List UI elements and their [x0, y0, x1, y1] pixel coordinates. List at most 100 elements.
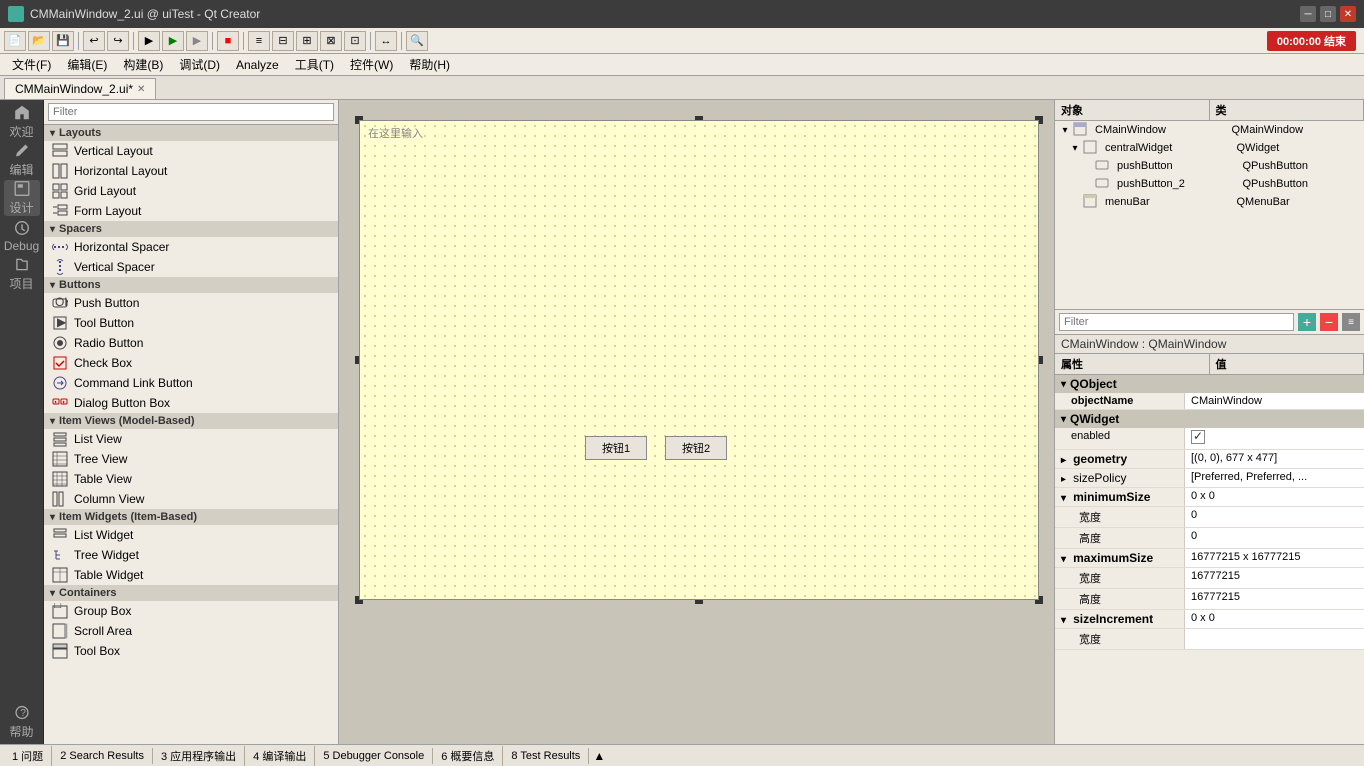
- prop-minwidth-value[interactable]: 0: [1185, 507, 1364, 527]
- new-button[interactable]: 📄: [4, 31, 26, 51]
- widget-column-view[interactable]: Column View: [44, 489, 338, 509]
- undo-button[interactable]: ↩: [83, 31, 105, 51]
- props-add-button[interactable]: +: [1298, 313, 1316, 331]
- widget-dialog-button-box[interactable]: Dialog Button Box: [44, 393, 338, 413]
- layout-h-button[interactable]: ≡: [248, 31, 270, 51]
- adjust-size-button[interactable]: ↔: [375, 31, 397, 51]
- widget-group-box[interactable]: □ Group Box: [44, 601, 338, 621]
- canvas-button-1[interactable]: 按钮1: [585, 436, 647, 460]
- prop-maxheight-value[interactable]: 16777215: [1185, 589, 1364, 609]
- menu-build[interactable]: 构建(B): [115, 54, 171, 75]
- object-inspector-button[interactable]: 🔍: [406, 31, 428, 51]
- widget-command-link-button[interactable]: Command Link Button: [44, 373, 338, 393]
- expand-cmainwindow[interactable]: ▾: [1057, 125, 1073, 136]
- prop-geometry-label[interactable]: ▸ geometry: [1055, 450, 1185, 468]
- status-expand-arrow[interactable]: ▲: [589, 749, 609, 763]
- open-button[interactable]: 📂: [28, 31, 50, 51]
- menu-edit[interactable]: 编辑(E): [59, 54, 115, 75]
- status-overview[interactable]: 6 概要信息: [433, 746, 503, 766]
- widget-tool-box[interactable]: Tool Box: [44, 641, 338, 661]
- sizeincrement-expand-icon[interactable]: ▾: [1061, 615, 1066, 626]
- tree-row-menubar[interactable]: ▸ menuBar QMenuBar: [1055, 193, 1364, 211]
- stop-button[interactable]: ■: [217, 31, 239, 51]
- layout-g-button[interactable]: ⊞: [296, 31, 318, 51]
- sidebar-help[interactable]: ? 帮助: [4, 704, 40, 740]
- widget-radio-button[interactable]: Radio Button: [44, 333, 338, 353]
- prop-sizepolicy-value[interactable]: [Preferred, Preferred, ...: [1185, 469, 1364, 487]
- props-remove-button[interactable]: −: [1320, 313, 1338, 331]
- props-filter-input[interactable]: [1059, 313, 1294, 331]
- prop-maxwidth-value[interactable]: 16777215: [1185, 568, 1364, 588]
- geometry-expand-icon[interactable]: ▸: [1061, 455, 1066, 466]
- prop-maximumsize-label[interactable]: ▾ maximumSize: [1055, 549, 1185, 567]
- sizepolicy-expand-icon[interactable]: ▸: [1061, 474, 1066, 485]
- save-button[interactable]: 💾: [52, 31, 74, 51]
- widget-table-view[interactable]: Table View: [44, 469, 338, 489]
- widget-horizontal-spacer[interactable]: Horizontal Spacer: [44, 237, 338, 257]
- menu-debug[interactable]: 调试(D): [171, 54, 228, 75]
- widget-vertical-spacer[interactable]: Vertical Spacer: [44, 257, 338, 277]
- widget-push-button[interactable]: OK Push Button: [44, 293, 338, 313]
- form-canvas[interactable]: 在这里输入 按钮1 按钮2: [359, 120, 1039, 600]
- category-spacers[interactable]: Spacers: [44, 221, 338, 237]
- prop-objectname-value[interactable]: CMainWindow: [1185, 393, 1364, 409]
- category-item-views[interactable]: Item Views (Model-Based): [44, 413, 338, 429]
- maximumsize-expand-icon[interactable]: ▾: [1061, 554, 1066, 565]
- close-button[interactable]: ✕: [1340, 6, 1356, 22]
- maximize-button[interactable]: □: [1320, 6, 1336, 22]
- layout-f-button[interactable]: ⊠: [320, 31, 342, 51]
- prop-minimumsize-value[interactable]: 0 x 0: [1185, 488, 1364, 506]
- redo-button[interactable]: ↪: [107, 31, 129, 51]
- menu-analyze[interactable]: Analyze: [228, 56, 287, 74]
- widget-tree-view[interactable]: Tree View: [44, 449, 338, 469]
- widget-grid-layout[interactable]: Grid Layout: [44, 181, 338, 201]
- prop-maximumsize-value[interactable]: 16777215 x 16777215: [1185, 549, 1364, 567]
- menu-file[interactable]: 文件(F): [4, 54, 59, 75]
- minimumsize-expand-icon[interactable]: ▾: [1061, 493, 1066, 504]
- status-debugconsole[interactable]: 5 Debugger Console: [315, 748, 433, 764]
- widget-list-view[interactable]: List View: [44, 429, 338, 449]
- tree-row-centralwidget[interactable]: ▾ centralWidget QWidget: [1055, 139, 1364, 157]
- menu-tools[interactable]: 工具(T): [287, 54, 342, 75]
- widget-check-box[interactable]: Check Box: [44, 353, 338, 373]
- prop-category-qwidget[interactable]: QWidget: [1055, 410, 1364, 428]
- layout-v-button[interactable]: ⊟: [272, 31, 294, 51]
- sidebar-design[interactable]: 设计: [4, 180, 40, 216]
- tab-main[interactable]: CMMainWindow_2.ui* ✕: [4, 78, 156, 99]
- enabled-checkbox[interactable]: [1191, 430, 1205, 444]
- widget-list-widget[interactable]: List Widget: [44, 525, 338, 545]
- status-compile[interactable]: 4 编译输出: [245, 746, 315, 766]
- tab-close-icon[interactable]: ✕: [137, 84, 145, 95]
- prop-incwidth-value[interactable]: [1185, 629, 1364, 649]
- menu-help[interactable]: 帮助(H): [401, 54, 458, 75]
- tree-row-pushbutton2[interactable]: ▸ pushButton_2 QPushButton: [1055, 175, 1364, 193]
- widget-scroll-area[interactable]: Scroll Area: [44, 621, 338, 641]
- layout-break-button[interactable]: ⊡: [344, 31, 366, 51]
- sidebar-debug[interactable]: Debug: [4, 218, 40, 254]
- sidebar-project[interactable]: 项目: [4, 256, 40, 292]
- status-appoutput[interactable]: 3 应用程序输出: [153, 746, 245, 766]
- widget-vertical-layout[interactable]: Vertical Layout: [44, 141, 338, 161]
- prop-sizeincrement-label[interactable]: ▾ sizeIncrement: [1055, 610, 1185, 628]
- debug-run-button[interactable]: ▶: [186, 31, 208, 51]
- prop-sizeincrement-value[interactable]: 0 x 0: [1185, 610, 1364, 628]
- category-item-widgets[interactable]: Item Widgets (Item-Based): [44, 509, 338, 525]
- prop-minimumsize-label[interactable]: ▾ minimumSize: [1055, 488, 1185, 506]
- props-menu-button[interactable]: ≡: [1342, 313, 1360, 331]
- prop-enabled-value[interactable]: [1185, 428, 1364, 449]
- status-search[interactable]: 2 Search Results: [52, 748, 153, 764]
- run-timer-button[interactable]: 00:00:00 结束: [1267, 31, 1356, 51]
- widget-tree-widget[interactable]: Tree Widget: [44, 545, 338, 565]
- sidebar-welcome[interactable]: 欢迎: [4, 104, 40, 140]
- minimize-button[interactable]: ─: [1300, 6, 1316, 22]
- prop-sizepolicy-label[interactable]: ▸ sizePolicy: [1055, 469, 1185, 487]
- widget-filter-input[interactable]: [48, 103, 334, 121]
- widget-table-widget[interactable]: Table Widget: [44, 565, 338, 585]
- status-problems[interactable]: 1 问题: [4, 746, 52, 766]
- tree-row-pushbutton[interactable]: ▸ pushButton QPushButton: [1055, 157, 1364, 175]
- prop-category-qobject[interactable]: QObject: [1055, 375, 1364, 393]
- tree-row-cmainwindow[interactable]: ▾ CMainWindow QMainWindow: [1055, 121, 1364, 139]
- sidebar-edit[interactable]: 编辑: [4, 142, 40, 178]
- widget-horizontal-layout[interactable]: Horizontal Layout: [44, 161, 338, 181]
- build-button[interactable]: ▶: [138, 31, 160, 51]
